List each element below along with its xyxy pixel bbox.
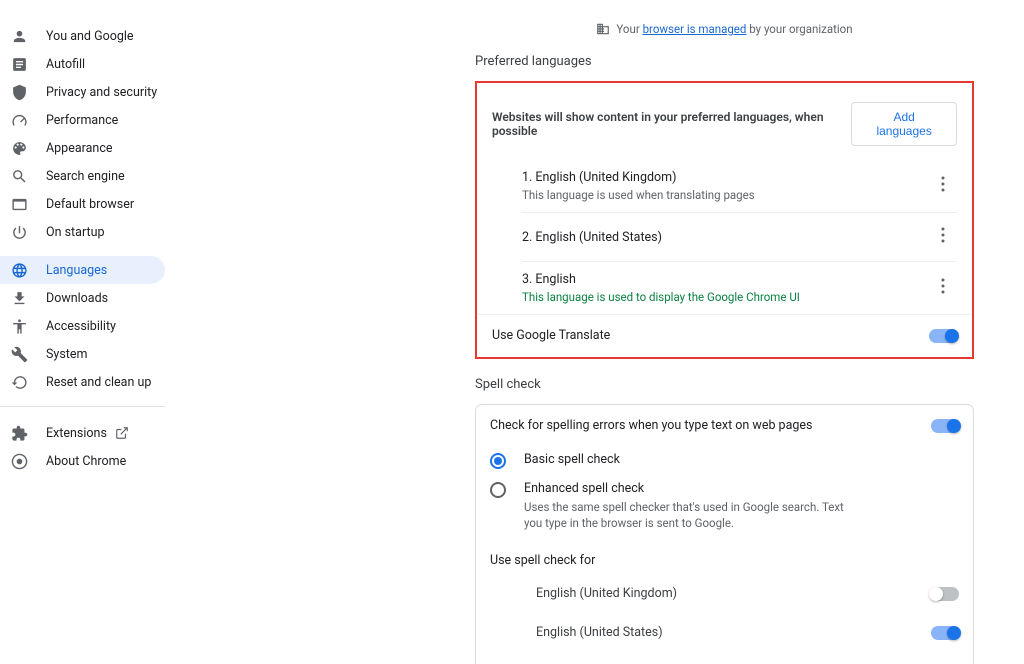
translate-toggle[interactable]: [929, 329, 957, 343]
basic-spell-check-option[interactable]: Basic spell check: [476, 446, 973, 475]
spell-check-toggle[interactable]: [931, 419, 959, 433]
radio-basic[interactable]: [490, 453, 506, 469]
sidebar-item-label: Default browser: [46, 197, 134, 212]
spell-check-lang-toggle[interactable]: [931, 587, 959, 601]
enhanced-spell-check-option[interactable]: Enhanced spell checkUses the same spell …: [476, 475, 973, 537]
language-row: 2. English (United States): [522, 213, 957, 262]
more-menu-button[interactable]: [933, 172, 953, 200]
power-icon: [10, 223, 28, 241]
palette-icon: [10, 139, 28, 157]
radio-enhanced[interactable]: [490, 482, 506, 498]
managed-notice: Your browser is managed by your organiza…: [475, 22, 974, 36]
sidebar-item-you-and-google[interactable]: You and Google: [0, 22, 225, 50]
globe-icon: [10, 261, 28, 279]
sidebar-item-default-browser[interactable]: Default browser: [0, 190, 225, 218]
sidebar-item-label: Search engine: [46, 169, 125, 184]
settings-sidebar: You and Google Autofill Privacy and secu…: [0, 0, 225, 664]
sidebar-item-label: Appearance: [46, 141, 113, 156]
sidebar-item-label: Languages: [46, 263, 107, 278]
google-translate-setting: Use Google Translate: [478, 314, 971, 356]
managed-link[interactable]: browser is managed: [643, 22, 747, 36]
restore-icon: [10, 373, 28, 391]
sidebar-item-label: On startup: [46, 225, 104, 240]
preferred-languages-desc: Websites will show content in your prefe…: [492, 110, 851, 138]
accessibility-icon: [10, 317, 28, 335]
search-icon: [10, 167, 28, 185]
language-sub: This language is used when translating p…: [522, 188, 755, 202]
sidebar-item-extensions[interactable]: Extensions: [0, 419, 165, 447]
translate-label: Use Google Translate: [492, 328, 610, 343]
spell-check-desc: Check for spelling errors when you type …: [490, 418, 812, 433]
sidebar-item-languages[interactable]: Languages: [0, 256, 165, 284]
more-menu-button[interactable]: [933, 274, 953, 302]
preferred-languages-title: Preferred languages: [475, 54, 974, 69]
spell-check-title: Spell check: [475, 377, 974, 392]
sidebar-item-on-startup[interactable]: On startup: [0, 218, 225, 246]
sidebar-item-autofill[interactable]: Autofill: [0, 50, 225, 78]
sidebar-item-label: Extensions: [46, 426, 107, 441]
sidebar-item-performance[interactable]: Performance: [0, 106, 225, 134]
sidebar-item-label: Privacy and security: [46, 85, 157, 100]
sidebar-item-accessibility[interactable]: Accessibility: [0, 312, 225, 340]
sidebar-item-label: Autofill: [46, 57, 85, 72]
sidebar-item-privacy[interactable]: Privacy and security: [0, 78, 225, 106]
language-label: 1. English (United Kingdom): [522, 170, 755, 185]
external-link-icon: [115, 426, 129, 440]
language-label: 3. English: [522, 272, 800, 287]
use-spell-check-for-label: Use spell check for: [476, 537, 973, 574]
sidebar-item-label: About Chrome: [46, 454, 126, 469]
autofill-icon: [10, 55, 28, 73]
language-row: 3. English This language is used to displ…: [522, 262, 957, 314]
language-sub: This language is used to display the Goo…: [522, 290, 800, 304]
spell-check-language-row: English: [476, 652, 973, 664]
sidebar-item-label: Performance: [46, 113, 118, 128]
sidebar-item-label: Downloads: [46, 291, 108, 306]
spell-check-lang-label: English (United States): [536, 625, 663, 640]
main-content: Your browser is managed by your organiza…: [225, 0, 1024, 664]
spell-check-lang-toggle[interactable]: [931, 626, 959, 640]
browser-icon: [10, 195, 28, 213]
spell-check-lang-label: English (United Kingdom): [536, 586, 677, 601]
preferred-languages-highlight: Websites will show content in your prefe…: [475, 81, 974, 359]
sidebar-item-search-engine[interactable]: Search engine: [0, 162, 225, 190]
shield-icon: [10, 83, 28, 101]
sidebar-item-downloads[interactable]: Downloads: [0, 284, 225, 312]
more-menu-button[interactable]: [933, 223, 953, 251]
sidebar-item-label: Reset and clean up: [46, 375, 151, 390]
sidebar-advanced-group: Extensions About Chrome: [0, 406, 165, 475]
spell-check-language-row: English (United States): [476, 613, 973, 652]
speed-icon: [10, 111, 28, 129]
sidebar-item-system[interactable]: System: [0, 340, 225, 368]
language-row: 1. English (United Kingdom) This language…: [522, 160, 957, 213]
person-icon: [10, 27, 28, 45]
sidebar-item-about[interactable]: About Chrome: [0, 447, 165, 475]
sidebar-item-label: You and Google: [46, 29, 134, 44]
sidebar-item-label: Accessibility: [46, 319, 116, 334]
spell-check-card: Check for spelling errors when you type …: [475, 404, 974, 664]
download-icon: [10, 289, 28, 307]
building-icon: [596, 22, 610, 36]
chrome-icon: [10, 452, 28, 470]
wrench-icon: [10, 345, 28, 363]
sidebar-item-appearance[interactable]: Appearance: [0, 134, 225, 162]
language-label: 2. English (United States): [522, 230, 662, 245]
sidebar-item-label: System: [46, 347, 87, 362]
add-languages-button[interactable]: Add languages: [851, 102, 957, 146]
extension-icon: [10, 424, 28, 442]
sidebar-item-reset[interactable]: Reset and clean up: [0, 368, 225, 396]
spell-check-language-row: English (United Kingdom): [476, 574, 973, 613]
